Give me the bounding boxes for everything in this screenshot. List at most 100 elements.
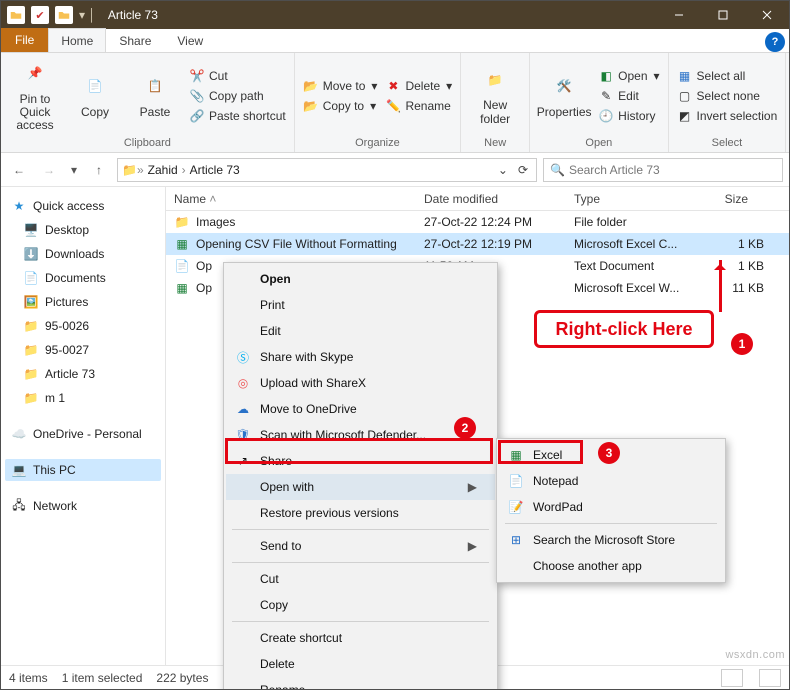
status-items: 4 items — [9, 671, 48, 685]
ctx-print[interactable]: Print — [226, 292, 495, 318]
up-button[interactable]: ↑ — [87, 158, 111, 182]
new-folder-button[interactable]: 📁New folder — [467, 58, 523, 134]
column-headers: Name ˄ Date modified Type Size — [166, 187, 789, 211]
sidebar-this-pc[interactable]: 💻This PC — [5, 459, 161, 481]
ctx-rename[interactable]: Rename — [226, 677, 495, 690]
group-select: ▦Select all ▢Select none ◩Invert selecti… — [669, 53, 787, 152]
ctx-cut[interactable]: Cut — [226, 566, 495, 592]
paste-button[interactable]: 📋Paste — [127, 58, 183, 134]
pin-button[interactable]: 📌Pin to Quick access — [7, 58, 63, 134]
help-icon[interactable]: ? — [765, 32, 785, 52]
file-row[interactable]: 📁Images27-Oct-22 12:24 PMFile folder — [166, 211, 789, 233]
ctx-share[interactable]: ↗Share — [226, 448, 495, 474]
close-button[interactable] — [745, 1, 789, 29]
chevron-right-icon: ▶ — [468, 480, 477, 494]
openwith-wordpad[interactable]: 📝WordPad — [499, 494, 723, 520]
move-to-button[interactable]: 📂Move to▾ — [301, 77, 380, 95]
sidebar-folder[interactable]: 📁95-0027 — [5, 339, 161, 361]
group-new-label: New — [467, 136, 523, 150]
sidebar-network[interactable]: 🖧Network — [5, 495, 161, 517]
col-date[interactable]: Date modified — [416, 192, 566, 206]
ctx-skype[interactable]: ⓈShare with Skype — [226, 344, 495, 370]
sidebar-folder[interactable]: 📁m 1 — [5, 387, 161, 409]
file-type: File folder — [574, 215, 704, 229]
properties-icon[interactable]: ✔ — [31, 6, 49, 24]
share-tab[interactable]: Share — [106, 28, 164, 52]
window-title: Article 73 — [102, 8, 657, 22]
invert-selection-button[interactable]: ◩Invert selection — [675, 107, 780, 125]
breadcrumb-seg[interactable]: Zahid — [144, 163, 182, 177]
addr-dropdown-icon[interactable]: ⌄ — [494, 163, 512, 177]
file-tab[interactable]: File — [1, 28, 48, 52]
sidebar-documents[interactable]: 📄Documents — [5, 267, 161, 289]
nf-label: New folder — [467, 99, 523, 125]
search-placeholder: Search Article 73 — [569, 163, 660, 177]
ctx-send-to[interactable]: Send to▶ — [226, 533, 495, 559]
watermark: wsxdn.com — [725, 649, 785, 661]
copy-button[interactable]: 📄Copy — [67, 58, 123, 134]
refresh-icon[interactable]: ⟳ — [514, 163, 532, 177]
sidebar-desktop[interactable]: 🖥️Desktop — [5, 219, 161, 241]
sidebar-folder[interactable]: 📁95-0026 — [5, 315, 161, 337]
nav-bar: ← → ▾ ↑ 📁 » Zahid › Article 73 ⌄⟳ 🔍 Sear… — [1, 153, 789, 187]
view-tab[interactable]: View — [164, 28, 216, 52]
file-row[interactable]: ▦Opening CSV File Without Formatting27-O… — [166, 233, 789, 255]
sidebar-onedrive[interactable]: ☁️OneDrive - Personal — [5, 423, 161, 445]
ctx-delete[interactable]: Delete — [226, 651, 495, 677]
address-bar[interactable]: 📁 » Zahid › Article 73 ⌄⟳ — [117, 158, 537, 182]
ctx-create-shortcut[interactable]: Create shortcut — [226, 625, 495, 651]
properties-button[interactable]: 🛠️Properties — [536, 58, 592, 134]
new-folder-icon[interactable] — [55, 6, 73, 24]
ctx-sharex[interactable]: ◎Upload with ShareX — [226, 370, 495, 396]
paste-shortcut-button[interactable]: 🔗Paste shortcut — [187, 107, 288, 125]
folder-icon[interactable] — [7, 6, 25, 24]
share-icon: ↗ — [234, 452, 252, 470]
forward-button[interactable]: → — [37, 158, 61, 182]
sidebar-quick-access[interactable]: ★Quick access — [5, 195, 161, 217]
delete-button[interactable]: ✖Delete▾ — [383, 77, 454, 95]
openwith-choose[interactable]: Choose another app — [499, 553, 723, 579]
ctx-edit[interactable]: Edit — [226, 318, 495, 344]
breadcrumb-seg[interactable]: Article 73 — [186, 163, 244, 177]
ctx-open-with[interactable]: Open with▶ — [226, 474, 495, 500]
sidebar-downloads[interactable]: ⬇️Downloads — [5, 243, 161, 265]
sidebar-folder[interactable]: 📁Article 73 — [5, 363, 161, 385]
col-type[interactable]: Type — [566, 192, 696, 206]
search-box[interactable]: 🔍 Search Article 73 — [543, 158, 783, 182]
details-view-button[interactable] — [721, 669, 743, 687]
select-all-button[interactable]: ▦Select all — [675, 67, 780, 85]
edit-button-r[interactable]: ✎Edit — [596, 87, 661, 105]
col-size[interactable]: Size — [696, 192, 756, 206]
minimize-button[interactable] — [657, 1, 701, 29]
ctx-open[interactable]: Open — [226, 266, 495, 292]
context-menu: Open Print Edit ⓈShare with Skype ◎Uploa… — [223, 262, 498, 690]
openwith-store[interactable]: ⊞Search the Microsoft Store — [499, 527, 723, 553]
file-date: 27-Oct-22 12:24 PM — [424, 215, 574, 229]
col-name[interactable]: Name ˄ — [166, 192, 416, 206]
home-tab[interactable]: Home — [48, 28, 106, 52]
rename-button[interactable]: ✏️Rename — [383, 97, 454, 115]
cut-button[interactable]: ✂️Cut — [187, 67, 288, 85]
thumbnails-view-button[interactable] — [759, 669, 781, 687]
ribbon-tabs: File Home Share View ? — [1, 29, 789, 53]
open-button[interactable]: ◧Open▾ — [596, 67, 661, 85]
openwith-notepad[interactable]: 📄Notepad — [499, 468, 723, 494]
sidebar-pictures[interactable]: 🖼️Pictures — [5, 291, 161, 313]
annotation-right-click: Right-click Here — [534, 310, 714, 348]
ctx-restore[interactable]: Restore previous versions — [226, 500, 495, 526]
select-none-button[interactable]: ▢Select none — [675, 87, 780, 105]
back-button[interactable]: ← — [7, 158, 31, 182]
title-bar: ✔ ▾ │ Article 73 — [1, 1, 789, 29]
maximize-button[interactable] — [701, 1, 745, 29]
notepad-icon: 📄 — [507, 472, 525, 490]
nav-pane: ★Quick access 🖥️Desktop ⬇️Downloads 📄Doc… — [1, 187, 166, 665]
history-button[interactable]: 🕘History — [596, 107, 661, 125]
file-size: 1 KB — [704, 259, 764, 273]
skype-icon: Ⓢ — [234, 348, 252, 366]
group-organize: 📂Move to▾ 📂Copy to▾ ✖Delete▾ ✏️Rename Or… — [295, 53, 461, 152]
ctx-copy[interactable]: Copy — [226, 592, 495, 618]
recent-button[interactable]: ▾ — [67, 158, 81, 182]
copy-to-button[interactable]: 📂Copy to▾ — [301, 97, 380, 115]
copy-path-button[interactable]: 📎Copy path — [187, 87, 288, 105]
ctx-onedrive[interactable]: ☁Move to OneDrive — [226, 396, 495, 422]
